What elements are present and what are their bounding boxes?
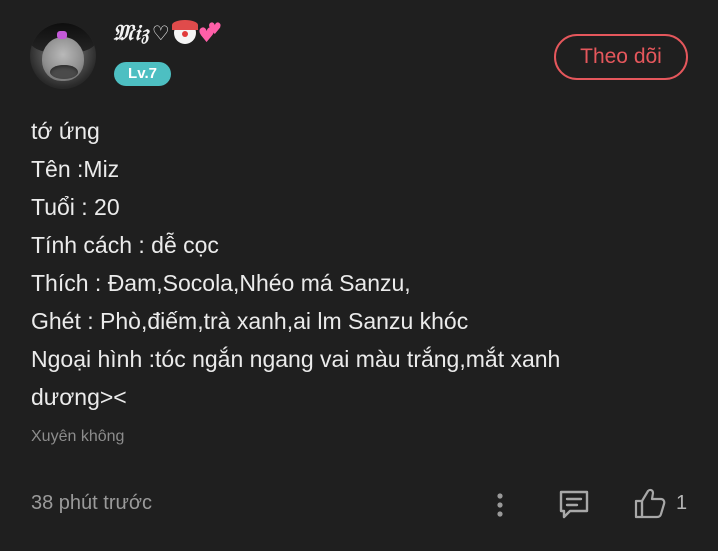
content-line: dương>< bbox=[31, 384, 127, 410]
like-count: 1 bbox=[676, 492, 688, 514]
author-name-text: 𝔐𝔦𝔷 bbox=[113, 20, 150, 46]
heart-outline-icon: ♡ bbox=[151, 21, 170, 45]
post-time: 38 phút trước bbox=[31, 492, 153, 514]
avatar-bow bbox=[57, 31, 67, 39]
post-content: tớ ứng Tên :Miz Tuổi : 20 Tính cách : dễ… bbox=[31, 112, 691, 416]
avatar-lips bbox=[50, 65, 78, 79]
clown-emoji-icon bbox=[171, 20, 198, 44]
topic-tag[interactable]: Xuyên không bbox=[31, 428, 124, 446]
content-line: Ghét : Phò,điếm,trà xanh,ai lm Sanzu khó… bbox=[31, 308, 469, 334]
author-name[interactable]: 𝔐𝔦𝔷 ♡ ♥ ♥ bbox=[113, 19, 226, 47]
more-vertical-icon[interactable] bbox=[490, 489, 510, 521]
post-card: 𝔐𝔦𝔷 ♡ ♥ ♥ Lv.7 Theo dõi tớ ứng Tên :Miz … bbox=[0, 0, 718, 551]
content-line: Tên :Miz bbox=[31, 156, 120, 182]
content-line: Tuổi : 20 bbox=[31, 194, 120, 220]
two-hearts-emoji-icon: ♥ ♥ bbox=[197, 19, 222, 47]
comment-icon[interactable] bbox=[556, 487, 592, 523]
content-line: Thích : Đam,Socola,Nhéo má Sanzu, bbox=[31, 270, 411, 296]
content-line: Ngoại hình :tóc ngắn ngang vai màu trắng… bbox=[31, 346, 561, 372]
level-badge: Lv.7 bbox=[114, 62, 171, 86]
content-line: Tính cách : dễ cọc bbox=[31, 232, 219, 258]
thumbs-up-icon[interactable] bbox=[632, 486, 668, 522]
content-line: tớ ứng bbox=[31, 118, 100, 144]
avatar[interactable] bbox=[30, 23, 96, 89]
follow-button[interactable]: Theo dõi bbox=[554, 34, 688, 80]
